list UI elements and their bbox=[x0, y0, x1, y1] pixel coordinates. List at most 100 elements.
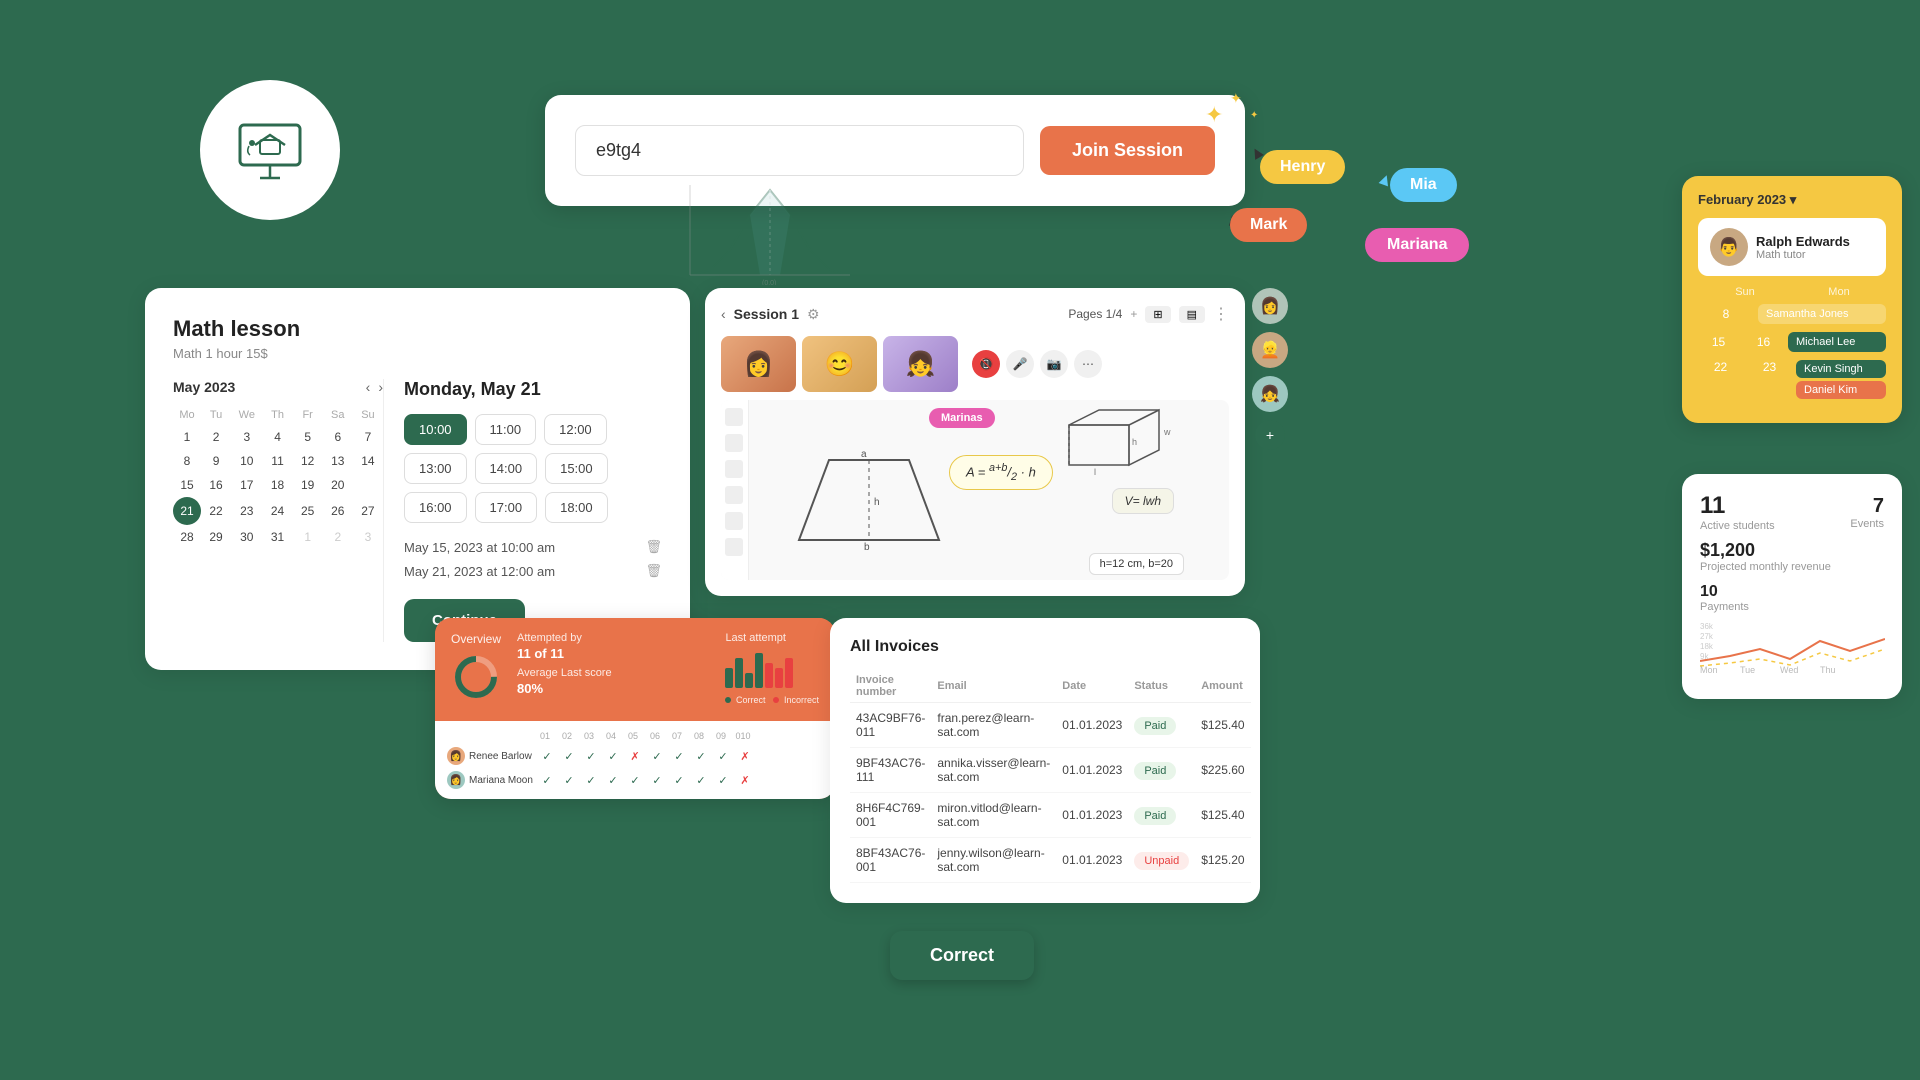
add-page-btn[interactable]: + bbox=[1130, 307, 1137, 321]
cal-day[interactable]: 8 bbox=[173, 449, 201, 473]
invoice-status-1: Paid bbox=[1128, 703, 1195, 748]
quiz-header: Overview Attempted by 11 of 11 Average L… bbox=[435, 618, 835, 721]
more-options-btn[interactable]: ⋮ bbox=[1213, 304, 1229, 324]
cal-day[interactable]: 24 bbox=[262, 497, 292, 525]
time-slot[interactable]: 18:00 bbox=[545, 492, 608, 523]
correct-button[interactable]: Correct bbox=[890, 931, 1034, 980]
mute-btn[interactable]: 🎤 bbox=[1006, 350, 1034, 378]
cal-header-tu: Tu bbox=[201, 405, 231, 425]
session-back-btn[interactable]: ‹ bbox=[721, 306, 726, 322]
cal-day[interactable]: 23 bbox=[231, 497, 262, 525]
tool-cursor[interactable] bbox=[725, 408, 743, 426]
cal-day-muted[interactable]: 2 bbox=[323, 525, 353, 549]
cal-day-8: 8 bbox=[1698, 307, 1754, 321]
time-slot[interactable]: 16:00 bbox=[404, 492, 467, 523]
cal-day[interactable]: 12 bbox=[293, 449, 323, 473]
end-call-btn[interactable]: 📵 bbox=[972, 350, 1000, 378]
cal-day[interactable]: 25 bbox=[293, 497, 323, 525]
cal-event-michael[interactable]: Michael Lee bbox=[1788, 332, 1886, 352]
whiteboard-main[interactable]: a b h A = a+b/2 · h l w h V= lwh bbox=[749, 400, 1189, 580]
cal-day[interactable]: 18 bbox=[262, 473, 292, 497]
time-slot[interactable]: 17:00 bbox=[475, 492, 538, 523]
cal-day[interactable]: 27 bbox=[353, 497, 383, 525]
svg-text:a: a bbox=[861, 450, 867, 460]
cal-day[interactable]: 5 bbox=[293, 425, 323, 449]
cal-day[interactable]: 2 bbox=[201, 425, 231, 449]
main-content: e9tg4 Join Session ✦ ✦ ✦ Henry Mia Mark … bbox=[0, 0, 1920, 1080]
cal-day[interactable]: 3 bbox=[231, 425, 262, 449]
cal-day[interactable]: 28 bbox=[173, 525, 201, 549]
time-slot[interactable]: 14:00 bbox=[475, 453, 538, 484]
camera-btn[interactable]: 📷 bbox=[1040, 350, 1068, 378]
math-lesson-subtitle: Math 1 hour 15$ bbox=[173, 346, 662, 361]
delete-icon-1[interactable]: 🗑 bbox=[645, 539, 662, 555]
cal-day[interactable]: 10 bbox=[231, 449, 262, 473]
cal-event-kevin[interactable]: Kevin Singh bbox=[1796, 360, 1886, 378]
legend-incorrect-label: Incorrect bbox=[784, 695, 819, 705]
cal-day-active[interactable]: 21 bbox=[173, 497, 201, 525]
video-thumb-2: 😊 bbox=[802, 336, 877, 392]
cal-day[interactable]: 20 bbox=[323, 473, 353, 497]
student-name-1: Renee Barlow bbox=[469, 751, 532, 762]
cal-day[interactable]: 26 bbox=[323, 497, 353, 525]
time-slot[interactable]: 15:00 bbox=[545, 453, 608, 484]
cal-event-samantha[interactable]: Samantha Jones bbox=[1758, 304, 1886, 324]
more-btn[interactable]: ⋯ bbox=[1074, 350, 1102, 378]
cal-day[interactable]: 7 bbox=[353, 425, 383, 449]
app-logo bbox=[200, 80, 340, 220]
legend-correct-dot bbox=[725, 697, 731, 703]
tool-shape[interactable] bbox=[725, 486, 743, 504]
cal-day[interactable]: 4 bbox=[262, 425, 292, 449]
video-thumb-3: 👧 bbox=[883, 336, 958, 392]
cal-event-daniel[interactable]: Daniel Kim bbox=[1796, 381, 1886, 399]
tool-download[interactable] bbox=[725, 538, 743, 556]
result-1-3: ✓ bbox=[581, 750, 601, 763]
cal-day[interactable]: 1 bbox=[173, 425, 201, 449]
cal-day[interactable]: 30 bbox=[231, 525, 262, 549]
cal-day[interactable]: 31 bbox=[262, 525, 292, 549]
events-count: 7 bbox=[1850, 495, 1884, 518]
time-slot[interactable]: 13:00 bbox=[404, 453, 467, 484]
time-slot[interactable]: 11:00 bbox=[475, 414, 537, 445]
student-avatar-2: 👩 bbox=[447, 771, 465, 789]
result-2-8: ✓ bbox=[691, 774, 711, 787]
cal-day[interactable]: 13 bbox=[323, 449, 353, 473]
col-email: Email bbox=[931, 670, 1056, 703]
thumbnail-avatar-2[interactable]: 👱 bbox=[1252, 332, 1288, 368]
cal-day[interactable] bbox=[353, 473, 383, 497]
calendar-prev-btn[interactable]: ‹ bbox=[366, 379, 371, 395]
cal-day-muted[interactable]: 3 bbox=[353, 525, 383, 549]
thumbnail-avatar-3[interactable]: 👧 bbox=[1252, 376, 1288, 412]
tool-text[interactable] bbox=[725, 460, 743, 478]
cal-day-22: 22 bbox=[1698, 360, 1743, 374]
time-slot-selected[interactable]: 10:00 bbox=[404, 414, 467, 445]
quiz-bar-chart bbox=[725, 648, 795, 688]
time-slot[interactable]: 12:00 bbox=[544, 414, 607, 445]
col-04: 04 bbox=[601, 731, 621, 741]
cal-day[interactable]: 11 bbox=[262, 449, 292, 473]
cal-day[interactable]: 15 bbox=[173, 473, 201, 497]
join-session-button[interactable]: Join Session bbox=[1040, 126, 1215, 175]
overview-label: Overview bbox=[451, 632, 501, 646]
session-code-input[interactable]: e9tg4 bbox=[575, 125, 1024, 176]
cal-day[interactable]: 9 bbox=[201, 449, 231, 473]
cal-day[interactable]: 19 bbox=[293, 473, 323, 497]
invoice-number-2: 9BF43AC76-111 bbox=[850, 748, 931, 793]
cal-day[interactable]: 16 bbox=[201, 473, 231, 497]
cal-day[interactable]: 22 bbox=[201, 497, 231, 525]
delete-icon-2[interactable]: 🗑 bbox=[645, 563, 662, 579]
measure-input[interactable]: h=12 cm, b=20 bbox=[1089, 553, 1184, 575]
svg-text:w: w bbox=[1163, 427, 1171, 437]
layout-btn[interactable]: ▤ bbox=[1179, 306, 1205, 323]
cal-day[interactable]: 14 bbox=[353, 449, 383, 473]
settings-icon[interactable]: ⚙ bbox=[807, 306, 820, 323]
tool-eraser[interactable] bbox=[725, 512, 743, 530]
thumbnail-avatar-1[interactable]: 👩 bbox=[1252, 288, 1288, 324]
cal-day[interactable]: 29 bbox=[201, 525, 231, 549]
cal-day[interactable]: 6 bbox=[323, 425, 353, 449]
view-toggle-btn[interactable]: ⊞ bbox=[1145, 306, 1170, 323]
add-participant-btn[interactable]: + bbox=[1255, 420, 1285, 450]
cal-day[interactable]: 17 bbox=[231, 473, 262, 497]
tool-pen[interactable] bbox=[725, 434, 743, 452]
cal-day-muted[interactable]: 1 bbox=[293, 525, 323, 549]
